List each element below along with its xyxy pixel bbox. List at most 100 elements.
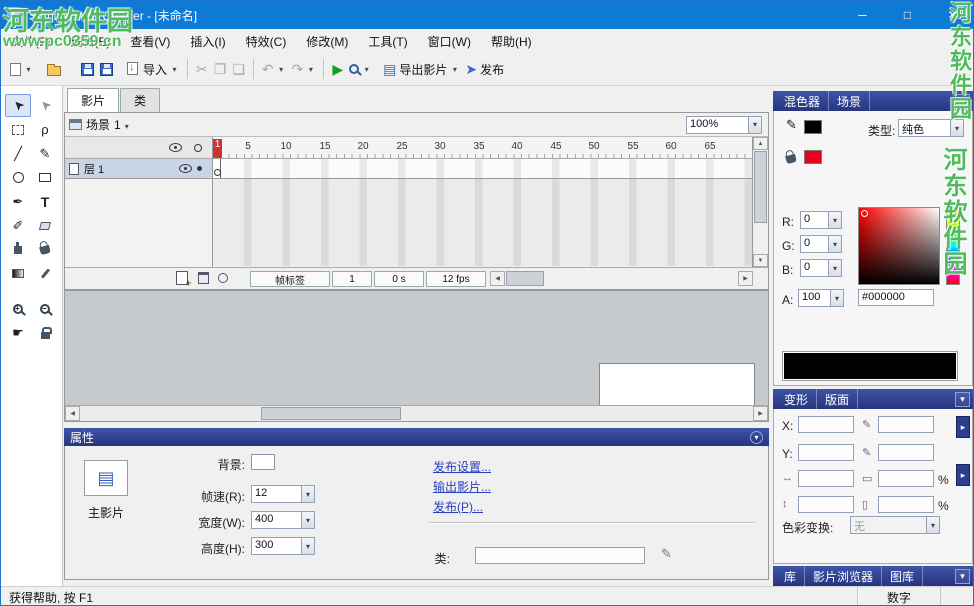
eyedropper-tool[interactable] [32, 262, 58, 285]
timeline-scroll-thumb[interactable] [506, 271, 544, 286]
g-input[interactable]: 0 [800, 235, 842, 253]
save-button[interactable] [78, 57, 97, 81]
menu-edit[interactable]: 编辑(E) [60, 30, 120, 53]
x-input[interactable] [798, 416, 854, 433]
color-transform-select[interactable]: 无 [850, 516, 940, 534]
text-tool[interactable]: T [32, 190, 58, 213]
publish-button[interactable]: ➤ 发布 [462, 57, 507, 81]
add-layer-button[interactable] [176, 271, 188, 285]
canvas-hscrollbar[interactable] [65, 405, 768, 421]
hand-tool[interactable]: ☛ [5, 321, 31, 344]
chevron-down-icon[interactable] [301, 512, 314, 528]
tab-layout[interactable]: 版面 [817, 389, 858, 410]
x2-input[interactable] [878, 416, 934, 433]
free-transform-tool[interactable] [5, 118, 31, 141]
scroll-down-button[interactable] [753, 254, 768, 267]
delete-layer-button[interactable] [198, 272, 209, 284]
onion-skin-button[interactable] [218, 273, 228, 283]
paste-button[interactable]: ❏ [229, 57, 248, 81]
layer-outline-toggle[interactable] [197, 166, 202, 171]
publish-link[interactable]: 发布(P)... [433, 498, 483, 515]
cut-button[interactable]: ✂ [193, 57, 211, 81]
zoom-in-tool[interactable] [5, 297, 31, 320]
layer-frames-row[interactable] [213, 159, 752, 179]
color-field[interactable] [858, 207, 940, 285]
timeline-scroll-left[interactable] [490, 271, 505, 286]
apply-button-2[interactable] [956, 464, 970, 486]
export-movie-link[interactable]: 输出影片... [433, 478, 491, 495]
hex-color-input[interactable]: #000000 [858, 289, 934, 306]
brush-tool[interactable]: ✐ [5, 214, 31, 237]
menu-modify[interactable]: 修改(M) [296, 30, 358, 53]
canvas-scroll-left[interactable] [65, 406, 80, 421]
chevron-down-icon[interactable] [830, 290, 843, 306]
line-tool[interactable]: ╱ [5, 142, 31, 165]
ink-bottle-tool[interactable] [5, 238, 31, 261]
outline-column-icon[interactable] [194, 144, 202, 152]
fill-transform-tool[interactable] [5, 262, 31, 285]
maximize-button[interactable]: □ [885, 1, 930, 29]
scale-height-input[interactable] [798, 496, 854, 513]
chevron-down-icon[interactable] [828, 260, 841, 276]
menu-insert[interactable]: 插入(I) [180, 30, 235, 53]
frame-rate-input[interactable]: 12 [251, 485, 315, 503]
lock-tool[interactable] [32, 321, 58, 344]
canvas-scroll-right[interactable] [753, 406, 768, 421]
menu-tools[interactable]: 工具(T) [358, 30, 417, 53]
minimize-button[interactable]: ─ [840, 1, 885, 29]
chevron-down-icon[interactable] [748, 117, 761, 133]
menu-window[interactable]: 窗口(W) [418, 30, 481, 53]
preview-zoom-button[interactable] [346, 57, 374, 81]
pencil-tool[interactable]: ✎ [32, 142, 58, 165]
y2-input[interactable] [878, 444, 934, 461]
tab-library[interactable]: 库 [776, 566, 805, 587]
tab-class[interactable]: 类 [120, 88, 160, 112]
alpha-input[interactable]: 100 [798, 289, 844, 307]
chevron-down-icon[interactable] [301, 486, 314, 502]
class-input[interactable] [475, 547, 645, 564]
lasso-tool[interactable]: ρ [32, 118, 58, 141]
panel-menu-button[interactable] [955, 94, 970, 109]
fill-color-swatch[interactable] [804, 150, 822, 164]
import-button[interactable]: ↓ 导入 [124, 57, 182, 81]
close-button[interactable]: ✕ [930, 1, 974, 29]
collapse-button[interactable] [750, 431, 763, 444]
publish-settings-link[interactable]: 发布设置... [433, 458, 491, 475]
b-input[interactable]: 0 [800, 259, 842, 277]
menu-file[interactable]: 文件(F) [1, 30, 60, 53]
keyframe[interactable] [213, 159, 221, 178]
scale-height2-input[interactable] [878, 496, 934, 513]
zoom-select[interactable]: 100% [686, 116, 762, 134]
timeline-vscrollbar[interactable] [752, 137, 768, 267]
tab-movie[interactable]: 影片 [67, 88, 119, 112]
layer-row[interactable]: 层 1 [65, 159, 212, 179]
playhead[interactable]: 1 [213, 139, 222, 158]
y-input[interactable] [798, 444, 854, 461]
apply-button-1[interactable] [956, 416, 970, 438]
r-input[interactable]: 0 [800, 211, 842, 229]
panel-menu-button[interactable] [955, 392, 970, 407]
menu-help[interactable]: 帮助(H) [481, 30, 542, 53]
canvas-scroll-thumb[interactable] [261, 407, 401, 420]
scene-dropdown-icon[interactable] [125, 118, 129, 132]
timeline-scroll-right[interactable] [738, 271, 753, 286]
frame-label-box[interactable]: 帧标签 [250, 271, 330, 287]
color-type-select[interactable]: 纯色 [898, 119, 964, 137]
tab-color-mixer[interactable]: 混色器 [776, 91, 829, 112]
chevron-down-icon[interactable] [950, 120, 963, 136]
stage[interactable] [599, 363, 755, 407]
visibility-column-icon[interactable] [169, 143, 182, 152]
properties-header[interactable]: 属性 [64, 428, 769, 446]
open-button[interactable] [44, 57, 64, 81]
stroke-color-swatch[interactable] [804, 120, 822, 134]
tab-movie-explorer[interactable]: 影片浏览器 [805, 566, 882, 587]
zoom-out-tool[interactable] [32, 297, 58, 320]
redo-button[interactable]: ↷ [289, 57, 319, 81]
chevron-down-icon[interactable] [828, 236, 841, 252]
layer-visibility-toggle[interactable] [179, 164, 192, 173]
frames-area[interactable]: 1 5 10 15 20 25 30 35 40 45 50 55 [213, 137, 752, 267]
panel-menu-button[interactable] [955, 569, 970, 584]
export-movie-button[interactable]: ▤ 导出影片 [380, 57, 462, 81]
background-color-swatch[interactable] [251, 454, 275, 470]
eraser-tool[interactable] [32, 214, 58, 237]
